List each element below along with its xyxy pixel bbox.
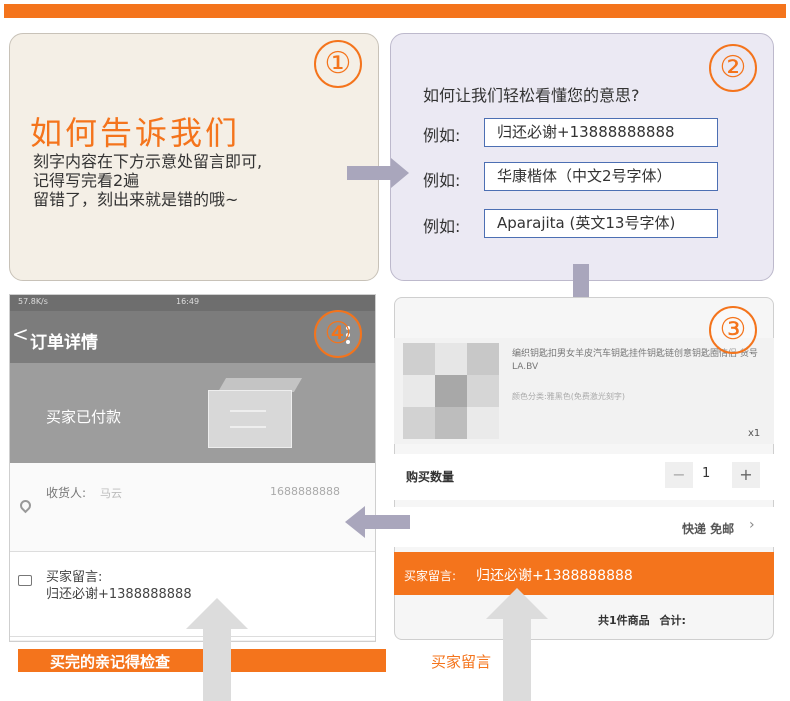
status-time: 16:49 <box>176 297 200 306</box>
status-network: 57.8K/s <box>18 297 48 306</box>
step3-number: ③ <box>709 306 757 354</box>
arrow-up-icon <box>503 618 531 701</box>
package-icon-lines <box>230 410 266 428</box>
receiver-phone: 1688888888 <box>270 485 340 498</box>
step2-question: 如何让我们轻松看懂您的意思? <box>423 86 640 105</box>
paid-status: 买家已付款 <box>46 408 122 426</box>
receiver-section <box>10 463 375 551</box>
back-icon[interactable]: < <box>12 322 29 346</box>
buyer-message-text: 归还必谢+1388888888 <box>46 587 192 602</box>
example-box: 华康楷体（中文2号字体） <box>484 162 718 191</box>
arrow-up-icon-head <box>486 588 548 619</box>
arrow-up-icon-head <box>186 598 248 629</box>
receiver-label: 收货人: <box>46 486 87 500</box>
step1-line: 记得写完看2遍 <box>33 171 140 190</box>
order-detail-title: 订单详情 <box>30 333 98 353</box>
arrow-left-icon <box>364 515 410 529</box>
product-quantity: x1 <box>748 428 761 439</box>
arrow-right-icon <box>347 166 391 180</box>
quantity-label: 购买数量 <box>406 470 455 484</box>
arrow-left-icon-head <box>345 506 365 538</box>
step1-number: ① <box>314 40 362 88</box>
arrow-up-icon <box>203 628 231 701</box>
example-label: 例如: <box>423 126 461 145</box>
instruction-page: ① 如何告诉我们 刻字内容在下方示意处留言即可, 记得写完看2遍 留错了，刻出来… <box>0 0 790 701</box>
buyer-message-text[interactable]: 归还必谢+1388888888 <box>476 565 633 585</box>
step1-line: 刻字内容在下方示意处留言即可, <box>33 152 263 171</box>
example-box: Aparajita (英文13号字体) <box>484 209 718 238</box>
divider <box>10 636 375 637</box>
chevron-right-icon: › <box>749 517 755 533</box>
example-label: 例如: <box>423 171 461 190</box>
step1-line: 留错了，刻出来就是错的哦~ <box>33 190 239 209</box>
example-label: 例如: <box>423 217 461 236</box>
product-spec: 颜色分类:雅黑色(免费激光刻字) <box>512 392 625 401</box>
step4-number: ④ <box>314 310 362 358</box>
check-reminder-label: 买完的亲记得检查 <box>50 653 171 671</box>
step2-number: ② <box>709 44 757 92</box>
arrow-down-icon <box>573 264 589 298</box>
order-total: 共1件商品 合计: <box>598 614 686 627</box>
quantity-value[interactable]: 1 <box>702 466 710 481</box>
buyer-message-label: 买家留言: <box>404 569 457 583</box>
step1-title: 如何告诉我们 <box>30 114 241 152</box>
chat-icon <box>18 575 32 586</box>
example-box: 归还必谢+13888888888 <box>484 118 718 147</box>
shipping-method[interactable]: 快递 免邮 <box>682 520 734 537</box>
increase-button[interactable]: + <box>732 462 760 488</box>
buyer-message-caption: 买家留言 <box>431 653 492 671</box>
receiver-name: 马云 <box>100 487 122 500</box>
arrow-right-icon-head <box>391 158 409 188</box>
decrease-button[interactable]: − <box>665 462 693 488</box>
product-thumbnail <box>403 343 499 439</box>
top-accent-bar <box>4 4 786 18</box>
